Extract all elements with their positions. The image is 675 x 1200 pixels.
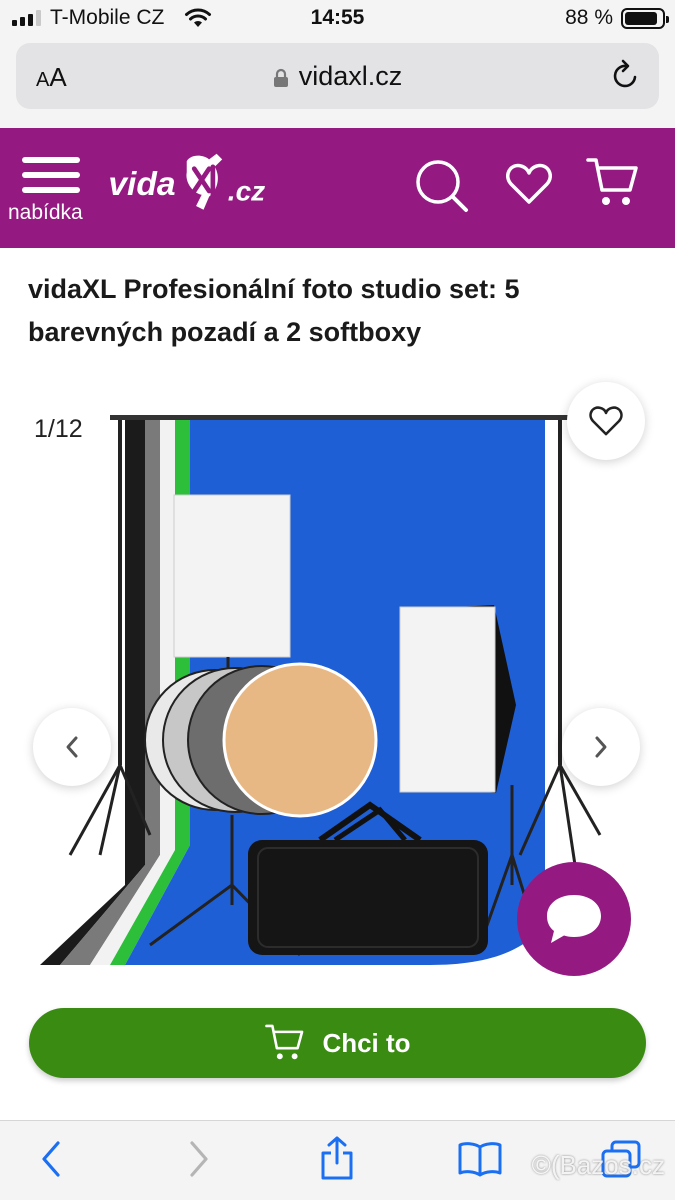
page: T-Mobile CZ 14:55 88 % AA vidaxl.cz nabí… [0, 0, 675, 1200]
browser-address-area: AA vidaxl.cz [0, 38, 675, 128]
status-bar: T-Mobile CZ 14:55 88 % [0, 0, 675, 38]
cart-icon [265, 1024, 304, 1060]
chat-icon [547, 895, 601, 943]
add-to-cart-label: Chci to [322, 1027, 411, 1058]
previous-image-button[interactable] [33, 708, 111, 786]
watermark: ©(Bazos.cz [531, 1150, 665, 1180]
product-title: vidaXL Profesionální foto studio set: 5 … [28, 274, 520, 347]
battery-percent: 88 % [565, 6, 613, 29]
svg-text:.cz: .cz [228, 175, 265, 206]
wishlist-button[interactable] [567, 382, 645, 460]
cart-icon[interactable] [586, 156, 640, 210]
add-to-cart-button[interactable]: Chci to [29, 1008, 646, 1078]
chevron-right-icon [595, 736, 607, 758]
search-icon[interactable] [414, 158, 470, 214]
url-field[interactable]: vidaxl.cz [16, 61, 659, 92]
lock-icon [273, 68, 288, 87]
site-header: nabídka vida .cz [0, 128, 675, 248]
reload-icon[interactable] [611, 59, 641, 91]
menu-button[interactable]: nabídka [8, 153, 98, 233]
image-counter: 1/12 [34, 415, 83, 443]
heart-icon[interactable] [505, 162, 553, 206]
heart-icon [589, 406, 623, 436]
menu-label: nabídka [8, 201, 83, 224]
chevron-left-icon [66, 736, 78, 758]
battery-icon [621, 8, 669, 29]
url-text: vidaxl.cz [298, 61, 403, 91]
vidaxl-logo[interactable]: vida .cz [102, 150, 292, 220]
chat-button[interactable] [517, 862, 631, 976]
menu-icon [22, 157, 80, 202]
share-icon[interactable] [318, 1135, 356, 1181]
back-button[interactable] [38, 1139, 66, 1179]
bookmarks-icon[interactable] [457, 1141, 503, 1177]
forward-button[interactable] [184, 1139, 212, 1179]
address-bar[interactable]: AA vidaxl.cz [16, 43, 659, 109]
svg-text:vida: vida [108, 166, 175, 203]
next-image-button[interactable] [562, 708, 640, 786]
